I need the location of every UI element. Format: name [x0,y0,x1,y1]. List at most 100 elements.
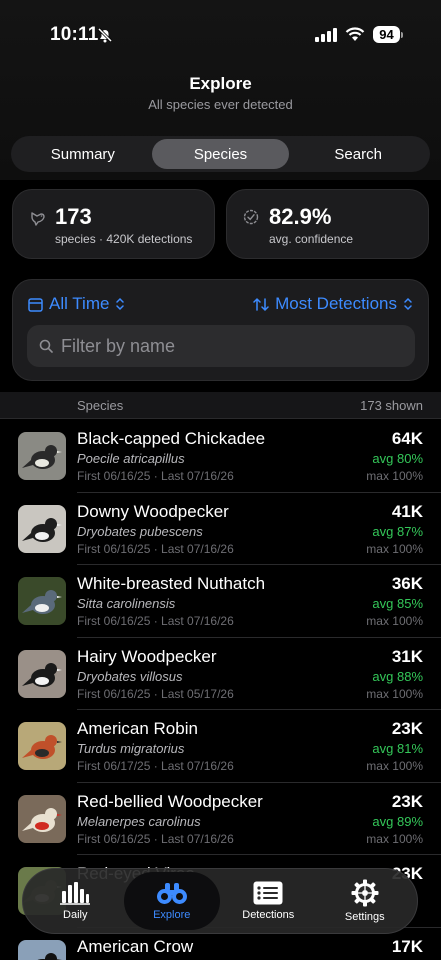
species-thumbnail [18,649,66,698]
species-scientific-name: Sitta carolinensis [77,596,176,611]
species-detection-count: 23K [391,719,423,738]
species-max-confidence: max 100% [366,759,423,773]
calendar-icon [28,297,43,312]
species-count-card: 173 species · 420K detections [12,189,215,259]
list-header: Species 173 shown [0,392,441,419]
species-avg-confidence: avg 88% [372,668,423,684]
species-dates: First 06/16/25 · Last 07/16/26 [77,614,234,628]
battery-level: 94 [373,26,400,43]
species-avg-confidence: avg 80% [372,451,423,466]
species-detection-count: 31K [391,646,423,666]
list-item[interactable]: Hairy Woodpecker Dryobates villosus Firs… [0,638,441,711]
species-common-name: Hairy Woodpecker [77,646,217,666]
list-item[interactable]: Black-capped Chickadee Poecile atricapil… [0,420,441,493]
status-bar: 10:11 94 [0,0,441,60]
confidence-card: 82.9% avg. confidence [226,189,429,259]
species-thumbnail [18,722,66,770]
tab-daily[interactable]: Daily [27,872,124,930]
species-thumbnail [18,577,66,625]
species-dates: First 06/16/25 · Last 07/16/26 [77,831,234,846]
gear-icon [351,879,379,907]
filter-card: All Time Most Detections [12,279,429,381]
species-common-name: Black-capped Chickadee [77,429,266,448]
species-thumbnail [18,794,66,843]
species-scientific-name: Melanerpes carolinus [77,813,201,829]
list-item[interactable]: Red-bellied Woodpecker Melanerpes caroli… [0,783,441,856]
species-scientific-name: Turdus migratorius [77,741,185,756]
page-title: Explore [189,74,252,93]
species-common-name: White-breasted Nuthatch [77,574,266,593]
species-detection-count: 64K [391,429,423,448]
view-segmented-control: Summary Species Search [11,136,430,172]
species-dates: First 06/16/25 · Last 07/16/26 [77,469,234,483]
status-time: 10:11 [50,24,99,45]
list-header-species: Species [77,398,124,413]
species-max-confidence: max 100% [366,831,423,846]
species-detection-count: 41K [391,501,423,521]
battery-tip [401,31,403,38]
binoculars-icon [156,883,187,904]
sort-picker[interactable]: Most Detections [253,294,413,314]
tab-explore-label: Explore [153,909,191,921]
species-max-confidence: max 100% [366,614,423,628]
species-thumbnail [18,432,66,480]
search-input[interactable] [61,335,381,357]
species-scientific-name: Dryobates villosus [77,668,183,684]
segment-summary[interactable]: Summary [14,139,152,169]
tab-bar: Daily Explore Detections Settings [22,868,418,934]
tab-explore[interactable]: Explore [123,872,220,930]
species-detection-count: 36K [391,574,423,593]
page-header: Explore All species ever detected [0,74,441,112]
species-common-name: American Robin [77,719,198,738]
species-thumbnail [18,939,66,960]
species-count-label: species · 420K detections [55,232,193,246]
species-max-confidence: max 100% [366,469,423,483]
species-thumbnail [18,504,66,553]
species-common-name: Red-bellied Woodpecker [77,791,263,811]
tab-detections-label: Detections [242,909,295,921]
species-scientific-name: Poecile atricapillus [77,451,185,466]
chevron-up-down-icon [404,297,412,311]
chart-bars-icon [60,882,91,905]
checkmark-seal-icon [243,209,259,225]
species-avg-confidence: avg 89% [372,813,423,829]
species-avg-confidence: avg 81% [372,741,423,756]
tab-settings[interactable]: Settings [317,872,414,930]
time-range-picker[interactable]: All Time [28,294,125,314]
species-common-name: American Crow [77,936,194,956]
list-item[interactable]: American Robin Turdus migratorius First … [0,710,441,783]
species-avg-confidence: avg 85% [372,596,423,611]
segment-species[interactable]: Species [151,139,290,169]
list-item[interactable]: Downy Woodpecker Dryobates pubescens Fir… [0,493,441,566]
list-icon [253,881,283,905]
tab-settings-label: Settings [344,911,385,923]
search-field[interactable] [27,325,415,367]
species-avg-confidence: avg 87% [372,523,423,539]
sort-arrows-icon [253,297,269,311]
species-detection-count: 23K [391,791,423,811]
wifi-icon [345,27,365,41]
list-item[interactable]: White-breasted Nuthatch Sitta carolinens… [0,565,441,638]
bird-icon [31,212,45,226]
tab-detections[interactable]: Detections [220,872,317,930]
page-subtitle: All species ever detected [148,97,293,112]
time-range-label: All Time [49,294,110,313]
species-scientific-name: Dryobates pubescens [77,523,203,539]
sort-label: Most Detections [275,294,397,313]
chevron-up-down-icon [116,297,125,311]
tab-daily-label: Daily [63,909,88,921]
search-icon [39,339,53,353]
species-max-confidence: max 100% [366,541,423,556]
species-max-confidence: max 100% [366,686,423,701]
list-header-count: 173 shown [360,398,423,413]
bell-slash-icon [97,27,113,43]
species-count-value: 173 [55,204,92,229]
confidence-label: avg. confidence [269,232,354,246]
species-dates: First 06/17/25 · Last 07/16/26 [77,759,234,773]
confidence-value: 82.9% [269,204,332,229]
species-dates: First 06/16/25 · Last 05/17/26 [77,686,234,701]
species-detection-count: 17K [391,936,423,956]
segment-search[interactable]: Search [289,139,427,169]
species-dates: First 06/16/25 · Last 07/16/26 [77,541,234,556]
species-common-name: Downy Woodpecker [77,501,229,521]
